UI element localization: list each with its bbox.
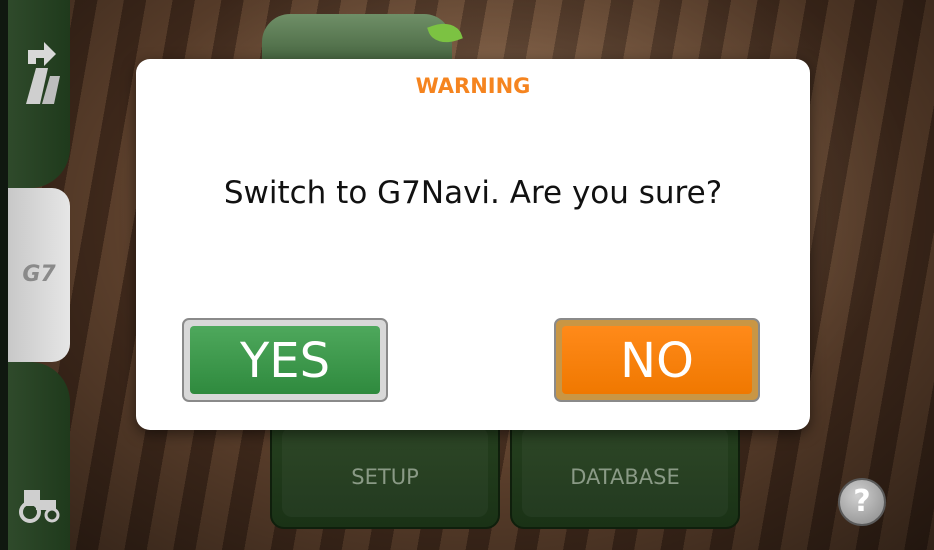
setup-button[interactable]: SETUP: [270, 415, 500, 529]
yes-button-label: YES: [190, 326, 380, 394]
sidebar-edge: [0, 0, 8, 550]
no-button-label: NO: [562, 326, 752, 394]
yes-button[interactable]: YES: [182, 318, 388, 402]
dialog-message: Switch to G7Navi. Are you sure?: [223, 175, 723, 211]
tractor-icon[interactable]: [8, 484, 70, 524]
dialog-title: WARNING: [415, 74, 531, 98]
g7-logo-icon[interactable]: G7: [8, 262, 70, 287]
database-button[interactable]: DATABASE: [510, 415, 740, 529]
help-icon[interactable]: ?: [838, 478, 886, 526]
setup-button-label: SETUP: [351, 465, 419, 489]
no-button[interactable]: NO: [554, 318, 760, 402]
database-button-label: DATABASE: [570, 465, 680, 489]
sidebar: G7: [0, 0, 70, 550]
route-icon[interactable]: [8, 38, 70, 108]
warning-dialog: WARNING Switch to G7Navi. Are you sure? …: [136, 59, 810, 430]
